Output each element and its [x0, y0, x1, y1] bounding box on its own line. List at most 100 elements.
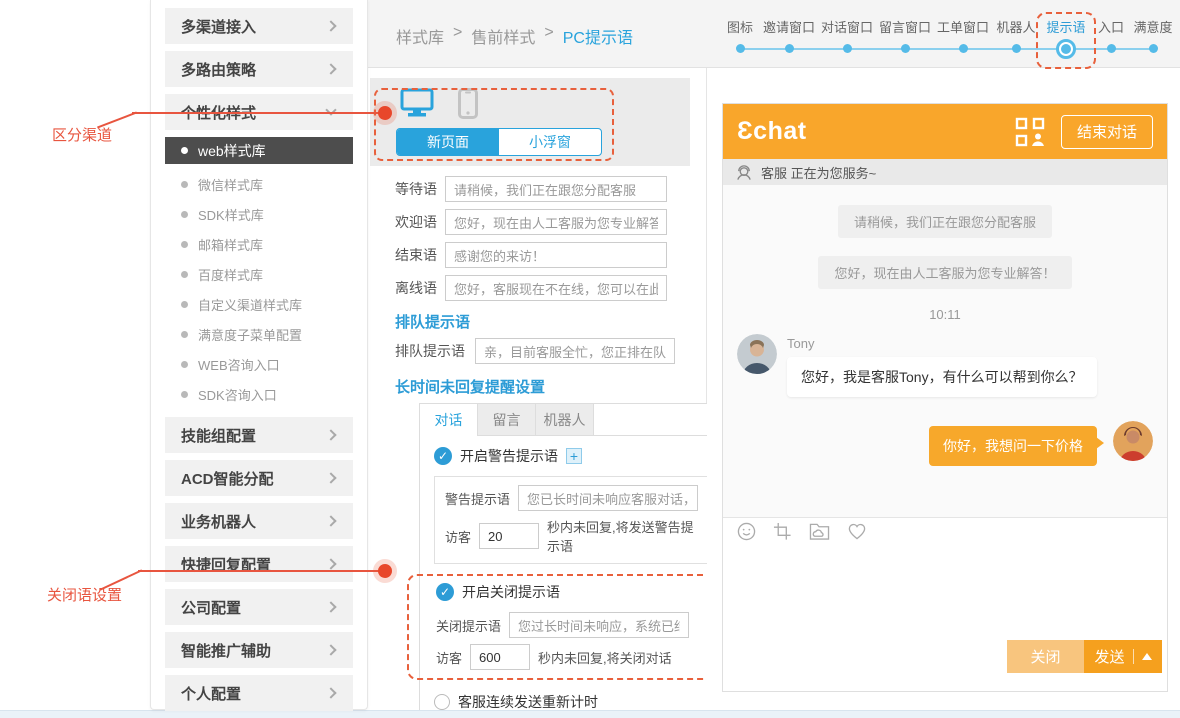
field-row-wait: 等待语	[395, 176, 706, 202]
wait-message-input[interactable]	[445, 176, 667, 202]
emoji-icon[interactable]	[737, 522, 756, 541]
warn-checkbox-checked[interactable]: ✓	[434, 447, 452, 465]
end-chat-button[interactable]: 结束对话	[1061, 114, 1153, 149]
tab-dialog[interactable]: 对话	[420, 404, 478, 436]
annotation-dashed-box-close: ✓ 开启关闭提示语 关闭提示语 访客 秒内未回复,将关闭对话	[407, 574, 723, 680]
agent-avatar	[737, 334, 777, 374]
status-text: 客服 正在为您服务~	[761, 165, 877, 181]
breadcrumb-item-style-lib[interactable]: 样式库	[396, 24, 444, 48]
field-row-end: 结束语	[395, 242, 706, 268]
agent-headset-icon	[737, 165, 751, 180]
sidebar-item-sdk-style-lib[interactable]: SDK样式库	[151, 199, 367, 229]
sidebar-item-business-robot[interactable]: 业务机器人	[165, 503, 353, 539]
chat-input-area[interactable]	[723, 545, 1167, 640]
bullet-icon	[181, 147, 188, 154]
timeout-tabs: 对话 留言 机器人	[420, 404, 723, 436]
bullet-icon	[181, 210, 188, 218]
annotation-line	[97, 111, 137, 129]
sidebar-item-wechat-style-lib[interactable]: 微信样式库	[151, 169, 367, 199]
sidebar-item-email-style-lib[interactable]: 邮箱样式库	[151, 229, 367, 259]
system-message: 请稍候，我们正在跟您分配客服	[837, 205, 1052, 238]
file-folder-icon[interactable]	[809, 522, 830, 541]
step-dot[interactable]	[1011, 44, 1021, 53]
end-message-input[interactable]	[445, 242, 667, 268]
agent-name: Tony	[787, 336, 815, 351]
sidebar-item-acd[interactable]: ACD智能分配	[165, 460, 353, 496]
tab-robot[interactable]: 机器人	[536, 404, 594, 435]
step-dot[interactable]	[900, 44, 910, 53]
queue-message-input[interactable]	[475, 338, 675, 364]
bullet-icon	[181, 360, 188, 368]
bullet-icon	[181, 270, 188, 278]
sidebar-item-multirouting[interactable]: 多路由策略	[165, 51, 353, 87]
step-prompt-active[interactable]: 提示语	[1036, 12, 1096, 69]
chevron-right-icon	[325, 687, 337, 699]
step-dot[interactable]	[784, 44, 794, 53]
sidebar-item-baidu-style-lib[interactable]: 百度样式库	[151, 259, 367, 289]
send-options-arrow-icon[interactable]	[1141, 653, 1152, 660]
chevron-right-icon	[325, 429, 337, 441]
chat-status-bar: 客服 正在为您服务~	[723, 159, 1167, 185]
sidebar-item-sdk-entry[interactable]: SDK咨询入口	[151, 379, 367, 409]
breadcrumb-item-pc-prompt: PC提示语	[562, 30, 633, 47]
step-dot[interactable]	[1148, 44, 1158, 53]
sidebar-item-web-entry[interactable]: WEB咨询入口	[151, 349, 367, 379]
bullet-icon	[181, 180, 188, 188]
chevron-right-icon	[325, 601, 337, 613]
sidebar-item-company-config[interactable]: 公司配置	[165, 589, 353, 625]
agent-message-bubble: 您好，我是客服Tony，有什么可以帮到你么？	[787, 357, 1097, 397]
bullet-icon	[181, 300, 188, 308]
stepper: 图标 邀请窗口 对话窗口 留言窗口 工单窗口 机器人 提示语 入口 满意度	[720, 12, 1176, 69]
step-invite-window[interactable]: 邀请窗口	[760, 20, 818, 60]
reset-timer-radio-unchecked[interactable]	[434, 694, 450, 710]
sidebar-item-web-style-lib[interactable]: web样式库	[165, 137, 353, 164]
sidebar-item-multichannel[interactable]: 多渠道接入	[165, 8, 353, 44]
send-button[interactable]: 发送	[1084, 640, 1162, 673]
close-toggle-row: ✓ 开启关闭提示语	[436, 582, 715, 602]
sidebar-item-custom-channel-style-lib[interactable]: 自定义渠道样式库	[151, 289, 367, 319]
favorite-heart-icon[interactable]	[847, 522, 867, 541]
step-robot[interactable]: 机器人	[992, 20, 1040, 60]
chevron-right-icon	[325, 644, 337, 656]
step-message-window[interactable]: 留言窗口	[876, 20, 934, 60]
warn-seconds-input[interactable]	[479, 523, 540, 549]
step-chat-window[interactable]: 对话窗口	[818, 20, 876, 60]
close-message-input[interactable]	[509, 612, 690, 638]
welcome-message-input[interactable]	[445, 209, 667, 235]
step-dot[interactable]	[842, 44, 852, 53]
chat-action-buttons: 关闭 发送	[723, 640, 1167, 691]
step-dot[interactable]	[958, 44, 968, 53]
step-ticket-window[interactable]: 工单窗口	[934, 20, 992, 60]
step-dot[interactable]	[735, 44, 745, 53]
sidebar-item-quick-reply[interactable]: 快捷回复配置	[165, 546, 353, 582]
close-checkbox-checked[interactable]: ✓	[436, 583, 454, 601]
screenshot-crop-icon[interactable]	[773, 522, 792, 541]
offline-message-input[interactable]	[445, 275, 667, 301]
step-dot-active[interactable]	[1056, 39, 1076, 59]
qr-code-icon[interactable]	[1015, 117, 1045, 147]
close-seconds-input[interactable]	[470, 644, 531, 670]
step-icon[interactable]: 图标	[720, 20, 760, 60]
sidebar-item-skill-group[interactable]: 技能组配置	[165, 417, 353, 453]
tab-leave-message[interactable]: 留言	[478, 404, 536, 435]
step-satisfaction[interactable]: 满意度	[1130, 20, 1176, 60]
step-entry[interactable]: 入口	[1092, 20, 1130, 60]
warn-toggle-row: ✓ 开启警告提示语 +	[434, 446, 709, 466]
breadcrumb-item-presale-style[interactable]: 售前样式	[471, 24, 535, 48]
top-bar: 样式库 > 售前样式 > PC提示语 图标 邀请窗口 对话窗口 留言窗口 工单窗…	[368, 0, 1180, 69]
queue-section-title: 排队提示语	[395, 314, 471, 331]
sidebar-item-satisfaction-submenu[interactable]: 满意度子菜单配置	[151, 319, 367, 349]
bullet-icon	[181, 390, 188, 398]
step-dot[interactable]	[1106, 44, 1116, 53]
sidebar-item-personal-config[interactable]: 个人配置	[165, 675, 353, 711]
close-seconds-row: 访客 秒内未回复,将关闭对话	[436, 644, 715, 670]
timeout-tab-content: ✓ 开启警告提示语 + 警告提示语 访客 秒内未回复,将发送警告提示语	[407, 436, 723, 718]
sidebar-item-smart-promotion[interactable]: 智能推广辅助	[165, 632, 353, 668]
echat-logo: Ɛchat	[737, 117, 807, 145]
close-chat-button[interactable]: 关闭	[1007, 640, 1084, 673]
add-warn-message-icon[interactable]: +	[566, 448, 582, 464]
chat-messages: 请稍候，我们正在跟您分配客服 您好，现在由人工客服为您专业解答！ 10:11 T…	[723, 185, 1167, 517]
warn-message-input[interactable]	[518, 485, 699, 511]
annotation-dashed-box-device	[374, 88, 614, 161]
chevron-right-icon	[325, 472, 337, 484]
